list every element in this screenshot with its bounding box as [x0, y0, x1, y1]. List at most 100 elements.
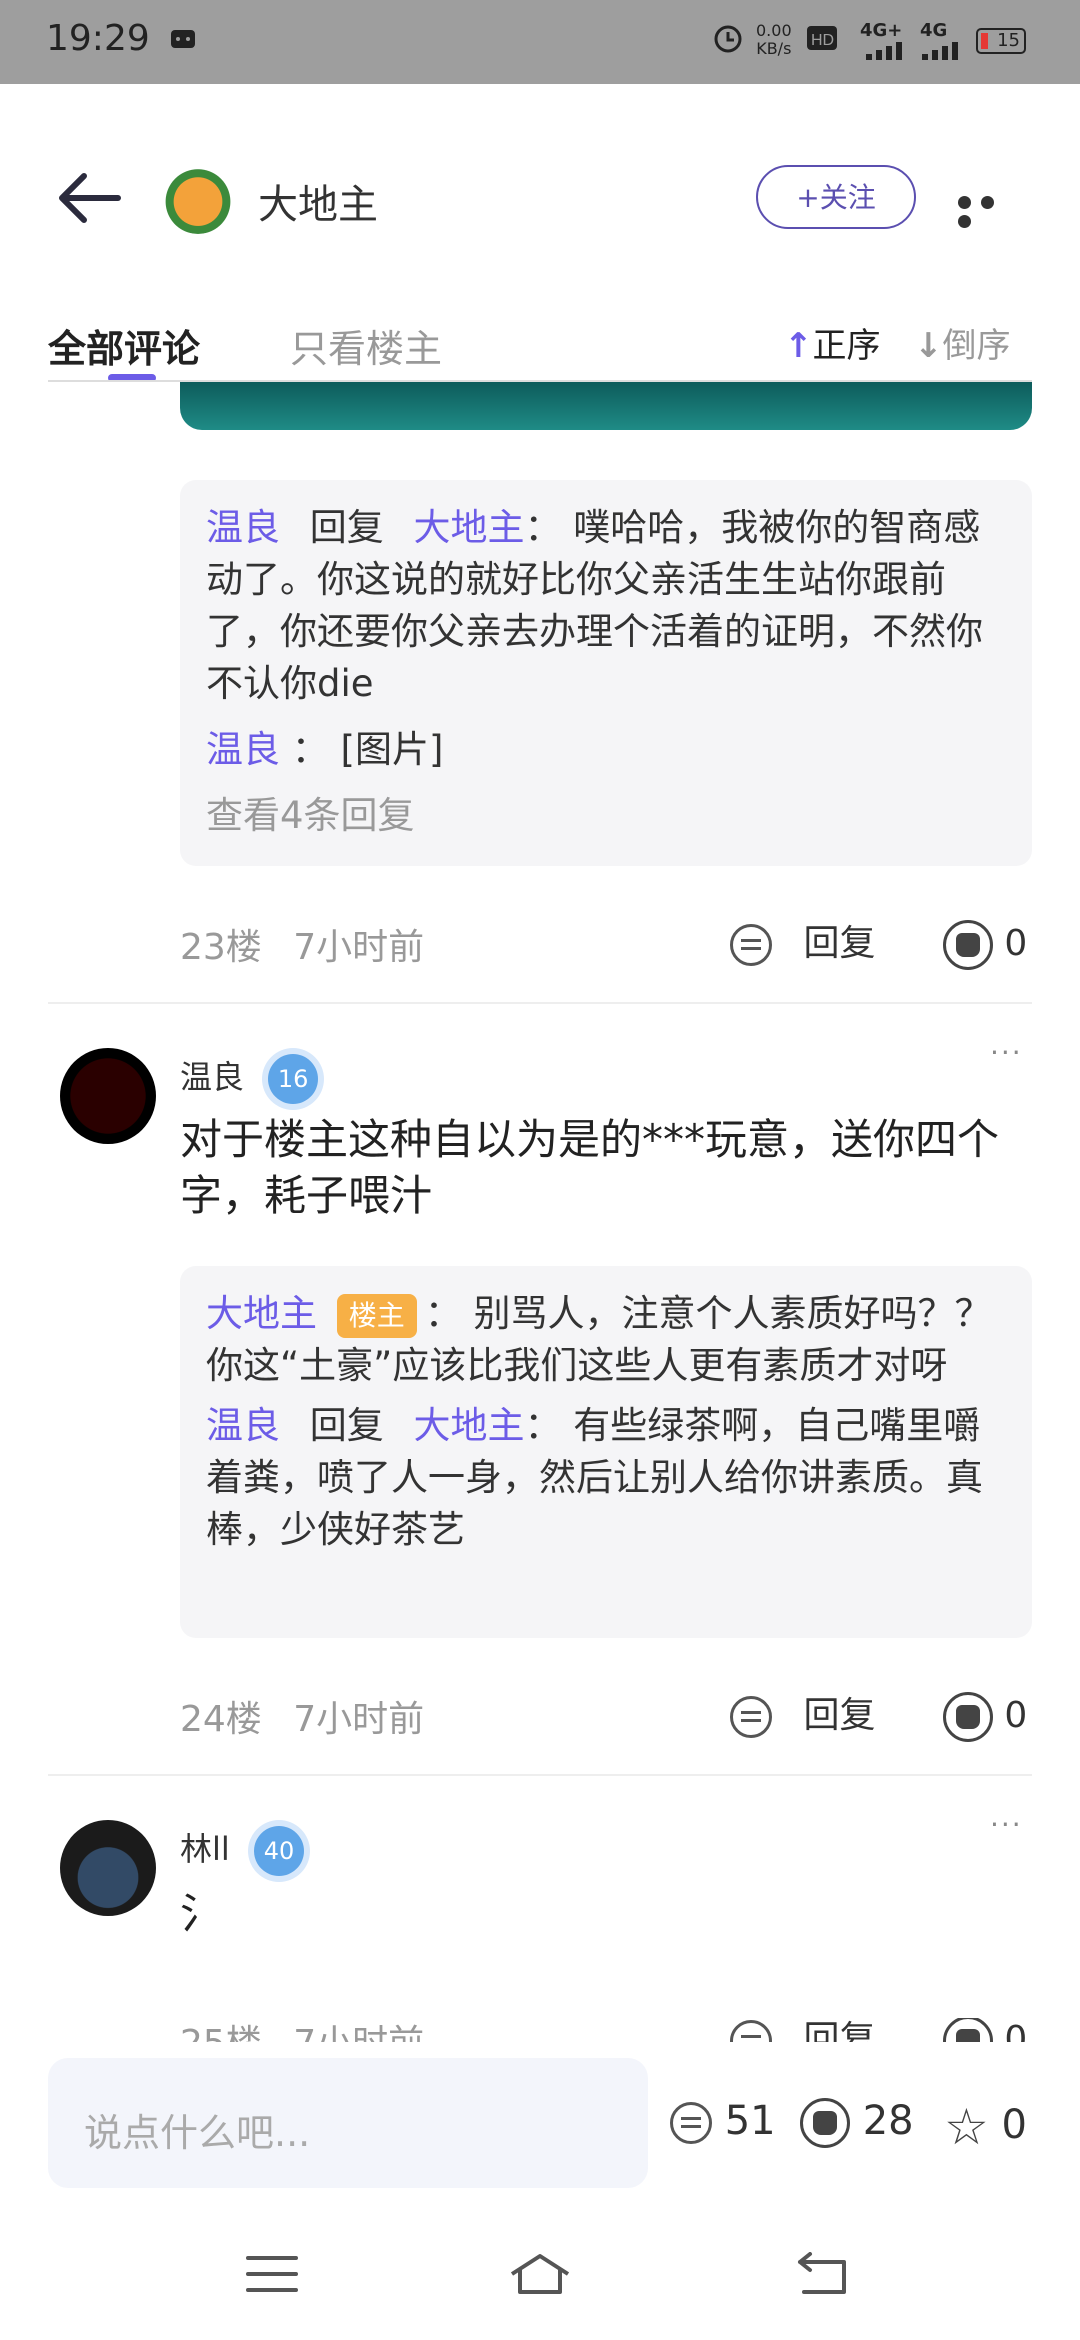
like-icon[interactable] [942, 920, 993, 970]
reply-text: [图片] [340, 728, 444, 771]
like-count: 0 [1004, 923, 1028, 964]
comment-meta: 24楼 7小时前 [180, 1690, 424, 1742]
arrow-up-icon: ↑ [784, 326, 813, 366]
reply-action: 回复 [309, 1404, 384, 1447]
reply-button[interactable]: 回复 [803, 1695, 875, 1736]
reply-box[interactable]: 大地主 楼主： 别骂人，注意个人素质好吗？？你这“土豪”应该比我们这些人更有素质… [180, 1266, 1032, 1638]
comments-stat[interactable]: 51 [670, 2098, 776, 2144]
reply-item[interactable]: 大地主 楼主： 别骂人，注意个人素质好吗？？你这“土豪”应该比我们这些人更有素质… [206, 1288, 1006, 1392]
comment-icon [670, 2102, 712, 2144]
comment-user: 温良 16 [180, 1052, 319, 1104]
android-debug-icon [171, 30, 195, 48]
net-speed-unit: KB/s [756, 39, 792, 58]
clipped-meta: 25楼 7小时前 回复 0 [0, 2018, 1080, 2042]
comment-user: 林ll 40 [180, 1824, 304, 1876]
hd-icon: HD [807, 26, 837, 50]
reply-item[interactable]: 温良 回复 大地主： 噗哈哈，我被你的智商感动了。你这说的就好比你父亲活生生站你… [206, 502, 1006, 710]
reply-button[interactable]: 回复 [803, 923, 875, 964]
floor-number: 24楼 [180, 1699, 262, 1740]
reply-icon[interactable] [730, 924, 772, 966]
sort-asc-label: 正序 [812, 326, 881, 366]
arrow-down-icon: ↓ [914, 326, 943, 366]
page-title: 大地主 [258, 182, 378, 228]
tab-owner-only[interactable]: 只看楼主 [290, 318, 442, 373]
view-more-replies[interactable]: 查看4条回复 [206, 790, 1006, 842]
comment-more-icon[interactable]: ··· [990, 1036, 1023, 1069]
likes-count: 28 [862, 2098, 914, 2144]
reply-box[interactable]: 温良 回复 大地主： 噗哈哈，我被你的智商感动了。你这说的就好比你父亲活生生站你… [180, 480, 1032, 866]
status-time: 19:29 [46, 18, 150, 59]
level-badge: 16 [268, 1054, 319, 1104]
star-icon: ☆ [944, 2098, 989, 2156]
signal-icon [866, 42, 902, 60]
status-bar: 19:29 0.00 KB/s HD 4G+ 4G 15 [0, 0, 1080, 84]
divider [48, 1002, 1032, 1004]
sort-desc-label: 倒序 [942, 326, 1011, 366]
network-type-2: 4G [920, 20, 948, 41]
comment-content: 氵 [180, 1889, 223, 1938]
alarm-icon [714, 25, 742, 53]
favorites-stat[interactable]: ☆ 0 [944, 2098, 1027, 2156]
comment-meta: 23楼 7小时前 [180, 918, 424, 970]
like-count: 0 [1004, 2019, 1028, 2042]
user-name[interactable]: 温良 [180, 1058, 244, 1096]
battery-level: 15 [997, 30, 1020, 51]
follow-button[interactable]: +关注 [756, 165, 916, 229]
like-icon [800, 2098, 850, 2148]
tab-all-comments[interactable]: 全部评论 [48, 318, 200, 373]
comment-time: 7小时前 [293, 927, 425, 968]
back-arrow-icon[interactable] [54, 170, 124, 226]
comment-actions: 回复 0 [730, 1686, 1027, 1742]
sort-asc-button[interactable]: ↑正序 [784, 318, 881, 367]
level-badge: 40 [253, 1826, 304, 1876]
reply-target[interactable]: 大地主 [414, 1404, 525, 1447]
battery-icon: 15 [976, 28, 1026, 54]
menu-icon[interactable] [244, 2252, 300, 2296]
comment-time: 7小时前 [293, 2023, 424, 2042]
reply-author[interactable]: 温良 [206, 506, 280, 549]
reply-icon[interactable] [730, 2020, 772, 2042]
reply-button[interactable]: 回复 [803, 2019, 875, 2042]
favorites-count: 0 [1001, 2102, 1027, 2148]
like-count: 0 [1004, 1695, 1028, 1736]
reply-item[interactable]: 温良 ： [图片] [206, 724, 1006, 776]
comment-actions: 回复 0 [730, 914, 1027, 970]
comment-content: 对于楼主这种自以为是的***玩意，送你四个字，耗子喂汁 [180, 1115, 1000, 1220]
likes-stat[interactable]: 28 [800, 2098, 914, 2148]
comment-actions: 回复 0 [730, 2018, 1027, 2042]
system-nav-bar [0, 2230, 1080, 2340]
sort-desc-button[interactable]: ↓倒序 [914, 318, 1011, 367]
more-options-icon[interactable] [958, 194, 1024, 228]
network-type-1: 4G+ [860, 20, 903, 41]
like-icon[interactable] [942, 2018, 993, 2042]
reply-action: 回复 [309, 506, 384, 549]
floor-number: 23楼 [180, 927, 262, 968]
comment-more-icon[interactable]: ··· [990, 1808, 1023, 1841]
reply-author[interactable]: 温良 [206, 1404, 280, 1447]
owner-badge: 楼主 [336, 1293, 417, 1338]
floor-number: 25楼 [180, 2023, 262, 2042]
net-speed-value: 0.00 [756, 21, 792, 40]
reply-icon[interactable] [730, 1696, 772, 1738]
reply-text: 别骂人，注意个人素质好吗？？你这“土豪”应该比我们这些人更有素质才对呀 [206, 1292, 992, 1387]
home-icon[interactable] [508, 2252, 572, 2296]
comment-meta: 25楼 7小时前 [180, 2018, 424, 2042]
divider [48, 1774, 1032, 1776]
signal-icon-2 [922, 42, 958, 60]
user-avatar[interactable] [60, 1048, 156, 1144]
reply-item[interactable]: 温良 回复 大地主： 有些绿茶啊，自己嘴里嚼着粪，喷了人一身，然后让别人给你讲素… [206, 1400, 1006, 1556]
comment-tabs: 全部评论 只看楼主 ↑正序 ↓倒序 [0, 312, 1080, 382]
user-avatar[interactable] [60, 1820, 156, 1916]
back-icon[interactable] [796, 2252, 852, 2296]
reply-author[interactable]: 大地主 [206, 1292, 317, 1335]
comment-image[interactable] [180, 382, 1032, 430]
author-avatar[interactable] [162, 162, 234, 234]
reply-author[interactable]: 温良 [206, 728, 280, 771]
user-name[interactable]: 林ll [180, 1830, 230, 1868]
comment-time: 7小时前 [293, 1699, 425, 1740]
comment-input[interactable]: 说点什么吧... [48, 2058, 648, 2188]
like-icon[interactable] [942, 1692, 993, 1742]
svg-text:HD: HD [811, 32, 834, 49]
reply-target[interactable]: 大地主 [414, 506, 525, 549]
comments-count: 51 [724, 2098, 776, 2144]
